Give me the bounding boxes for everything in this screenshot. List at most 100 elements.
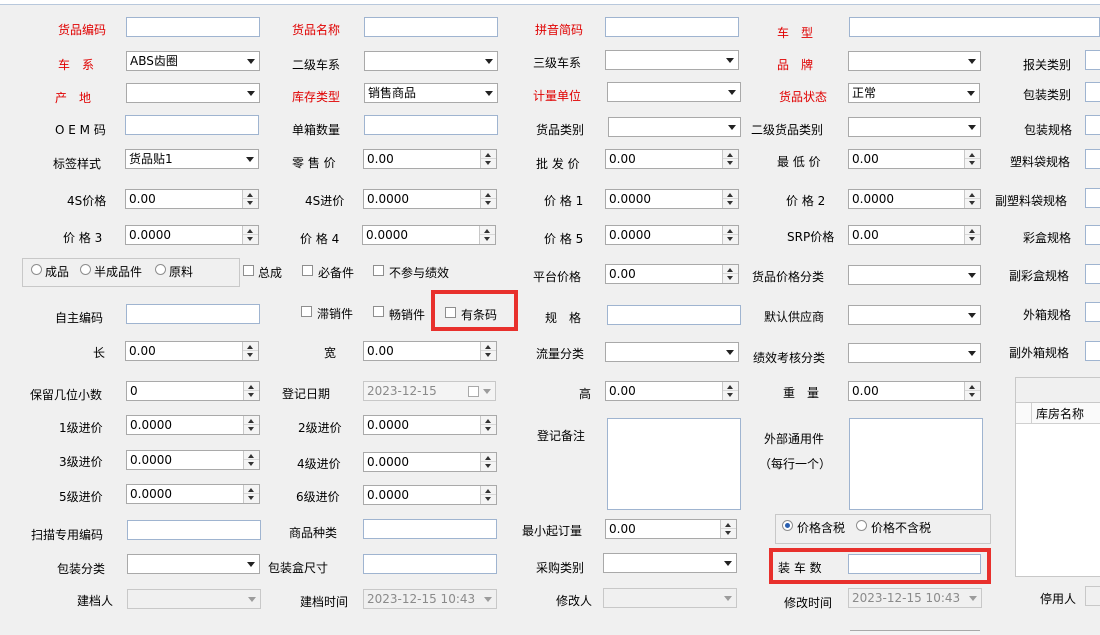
- weight-spinner[interactable]: 0.00: [848, 381, 981, 401]
- spin-buttons[interactable]: [480, 486, 496, 504]
- label-style-select[interactable]: 货品贴1: [125, 149, 259, 169]
- flow-class-select[interactable]: [605, 342, 739, 362]
- spin-buttons[interactable]: [242, 342, 258, 360]
- external-parts-textarea[interactable]: [849, 418, 983, 510]
- self-code-input[interactable]: [126, 304, 260, 324]
- decimals-spinner[interactable]: 0: [126, 381, 260, 401]
- box-size-input[interactable]: [363, 554, 497, 574]
- pack-spec-input[interactable]: [1085, 115, 1100, 135]
- spin-buttons[interactable]: [722, 150, 738, 168]
- origin-select[interactable]: [126, 83, 260, 103]
- platform-price-spinner[interactable]: 0.00: [605, 264, 739, 284]
- radio-tax-excl[interactable]: [856, 520, 867, 531]
- oem-input[interactable]: [125, 115, 259, 135]
- spin-buttons[interactable]: [964, 382, 980, 400]
- price4-spinner[interactable]: 0.0000: [362, 225, 496, 245]
- unit-select[interactable]: [607, 82, 741, 102]
- min-order-spinner[interactable]: 0.00: [605, 519, 737, 539]
- scan-code-input[interactable]: [127, 520, 261, 540]
- spin-buttons[interactable]: [242, 226, 258, 244]
- spin-buttons[interactable]: [479, 226, 495, 244]
- spin-buttons[interactable]: [722, 265, 738, 283]
- buy3-spinner[interactable]: 0.0000: [126, 450, 260, 470]
- radio-tax-incl[interactable]: [782, 520, 793, 531]
- checkbox-slow[interactable]: [301, 306, 312, 317]
- load-qty-input[interactable]: [848, 554, 981, 574]
- spin-buttons[interactable]: [480, 416, 496, 434]
- spin-buttons[interactable]: [964, 150, 980, 168]
- price1-spinner[interactable]: 0.0000: [605, 189, 739, 209]
- car-type-input[interactable]: [849, 17, 1100, 37]
- buy1-spinner[interactable]: 0.0000: [126, 415, 260, 435]
- price-4s-spinner[interactable]: 0.00: [125, 189, 259, 209]
- spin-buttons[interactable]: [243, 416, 259, 434]
- min-price-spinner[interactable]: 0.00: [848, 149, 981, 169]
- wholesale-spinner[interactable]: 0.00: [605, 149, 739, 169]
- code-input[interactable]: [126, 17, 260, 37]
- supplier-select[interactable]: [848, 305, 981, 325]
- spin-buttons[interactable]: [242, 190, 258, 208]
- checkbox-total[interactable]: [243, 265, 254, 276]
- checkbox-hot[interactable]: [373, 306, 384, 317]
- price3-spinner[interactable]: 0.0000: [125, 225, 259, 245]
- series3-select[interactable]: [605, 50, 739, 70]
- stock-type-select[interactable]: 销售商品: [364, 83, 498, 103]
- buy2-spinner[interactable]: 0.0000: [363, 415, 497, 435]
- series2-select[interactable]: [364, 51, 498, 71]
- retail-spinner[interactable]: 0.00: [363, 149, 497, 169]
- spin-buttons[interactable]: [722, 226, 738, 244]
- pinyin-input[interactable]: [605, 17, 739, 37]
- goods-class-select[interactable]: [608, 117, 741, 137]
- status-select[interactable]: 正常: [848, 83, 980, 103]
- spin-buttons[interactable]: [243, 451, 259, 469]
- spin-buttons[interactable]: [720, 520, 736, 538]
- buy4-spinner[interactable]: 0.0000: [363, 452, 497, 472]
- srp-spinner[interactable]: 0.00: [848, 225, 981, 245]
- spin-buttons[interactable]: [722, 190, 738, 208]
- pack-type-input[interactable]: [1085, 82, 1100, 102]
- spin-buttons[interactable]: [722, 382, 738, 400]
- radio-raw[interactable]: [155, 264, 166, 275]
- outer-box-input[interactable]: [1085, 302, 1100, 322]
- price2-spinner[interactable]: 0.0000: [848, 189, 981, 209]
- spin-buttons[interactable]: [964, 226, 980, 244]
- pack-class-select[interactable]: [127, 554, 260, 574]
- radio-semi[interactable]: [80, 264, 91, 275]
- name-input[interactable]: [364, 17, 498, 37]
- width-spinner[interactable]: 0.00: [363, 341, 497, 361]
- sub-outer-box-input[interactable]: [1085, 341, 1100, 361]
- spin-buttons[interactable]: [243, 382, 259, 400]
- length-spinner[interactable]: 0.00: [125, 341, 259, 361]
- spin-buttons[interactable]: [243, 485, 259, 503]
- goods-class2-select[interactable]: [848, 117, 981, 137]
- radio-finished[interactable]: [31, 264, 42, 275]
- spin-buttons[interactable]: [480, 150, 496, 168]
- spin-buttons[interactable]: [964, 190, 980, 208]
- buy5-spinner[interactable]: 0.0000: [126, 484, 260, 504]
- plastic-bag-input[interactable]: [1085, 149, 1100, 169]
- purchase-class-select[interactable]: [603, 553, 737, 573]
- customs-input[interactable]: [1085, 50, 1100, 70]
- checkbox-has-barcode[interactable]: [445, 307, 456, 318]
- buy6-spinner[interactable]: 0.0000: [363, 485, 497, 505]
- price5-spinner[interactable]: 0.0000: [605, 225, 739, 245]
- brand-select[interactable]: [848, 51, 981, 71]
- spin-buttons[interactable]: [480, 342, 496, 360]
- spin-buttons[interactable]: [480, 190, 496, 208]
- sub-plastic-input[interactable]: [1085, 188, 1100, 208]
- height-spinner[interactable]: 0.00: [605, 381, 739, 401]
- label-creator: 建档人: [77, 594, 114, 608]
- perf-class-select[interactable]: [848, 343, 981, 363]
- price-class-select[interactable]: [848, 265, 981, 285]
- spec-input[interactable]: [607, 305, 741, 325]
- sub-color-box-input[interactable]: [1085, 264, 1100, 284]
- checkbox-no-perf[interactable]: [373, 265, 384, 276]
- reg-note-textarea[interactable]: [607, 418, 741, 510]
- color-box-input[interactable]: [1085, 225, 1100, 245]
- box-qty-input[interactable]: [364, 115, 498, 135]
- checkbox-must[interactable]: [302, 265, 313, 276]
- buy-4s-spinner[interactable]: 0.0000: [363, 189, 497, 209]
- car-series-select[interactable]: ABS齿圈: [126, 51, 260, 71]
- spin-buttons[interactable]: [480, 453, 496, 471]
- kinds-input[interactable]: [363, 519, 497, 539]
